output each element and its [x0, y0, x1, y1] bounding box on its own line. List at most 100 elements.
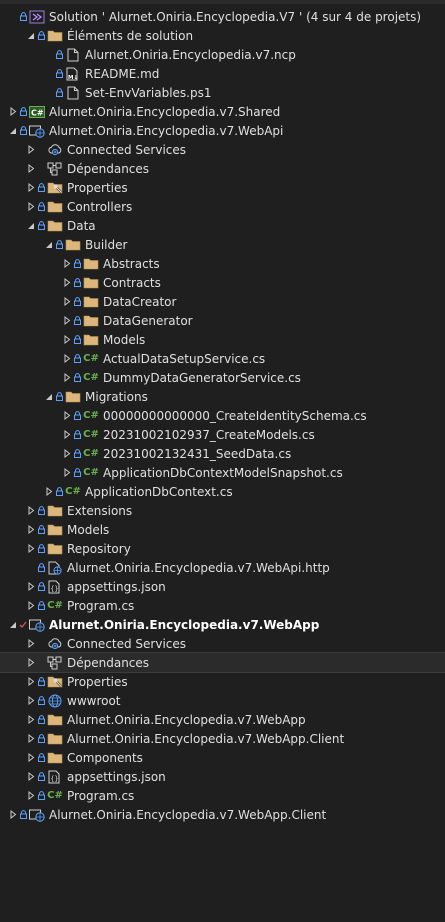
chevron-collapsed-icon[interactable] [26, 520, 36, 539]
chevron-collapsed-icon[interactable] [62, 463, 72, 482]
chevron-collapsed-icon[interactable] [26, 159, 36, 178]
chevron-collapsed-icon[interactable] [26, 178, 36, 197]
tree-item[interactable]: Extensions [0, 501, 445, 520]
lock-icon [19, 121, 27, 140]
chevron-collapsed-icon[interactable] [62, 292, 72, 311]
tree-item[interactable]: wwwroot [0, 691, 445, 710]
chevron-collapsed-icon[interactable] [62, 254, 72, 273]
tree-item[interactable]: Controllers [0, 197, 445, 216]
tree-item[interactable]: Data [0, 216, 445, 235]
chevron-collapsed-icon[interactable] [8, 102, 18, 121]
tree-item[interactable]: DataGenerator [0, 311, 445, 330]
tree-item[interactable]: Contracts [0, 273, 445, 292]
lock-icon [37, 786, 45, 805]
lock-icon [73, 254, 81, 273]
chevron-collapsed-icon[interactable] [26, 140, 36, 159]
chevron-collapsed-icon[interactable] [62, 425, 72, 444]
tree-item[interactable]: C# ActualDataSetupService.cs [0, 349, 445, 368]
chevron-collapsed-icon[interactable] [26, 672, 36, 691]
tree-item[interactable]: C# Alurnet.Oniria.Encyclopedia.v7.Shared [0, 102, 445, 121]
tree-item[interactable]: Properties [0, 672, 445, 691]
tree-item[interactable]: Alurnet.Oniria.Encyclopedia.v7.ncp [0, 45, 445, 64]
chevron-collapsed-icon[interactable] [62, 349, 72, 368]
tree-item-label: Solution ' Alurnet.Oniria.Encyclopedia.V… [49, 9, 422, 24]
tree-item[interactable]: C# ApplicationDbContextModelSnapshot.cs [0, 463, 445, 482]
tree-item[interactable]: Properties [0, 178, 445, 197]
tree-item[interactable]: Alurnet.Oniria.Encyclopedia.v7.WebApi [0, 121, 445, 140]
tree-item[interactable]: Alurnet.Oniria.Encyclopedia.v7.WebApp.Cl… [0, 729, 445, 748]
chevron-collapsed-icon[interactable] [26, 634, 36, 653]
chevron-collapsed-icon[interactable] [26, 729, 36, 748]
chevron-expanded-icon[interactable] [8, 121, 18, 140]
chevron-collapsed-icon[interactable] [26, 577, 36, 596]
chevron-collapsed-icon[interactable] [44, 482, 54, 501]
chevron-collapsed-icon[interactable] [26, 786, 36, 805]
chevron-collapsed-icon[interactable] [26, 710, 36, 729]
chevron-collapsed-icon[interactable] [62, 273, 72, 292]
tree-item-label: Extensions [67, 503, 133, 518]
tree-item[interactable]: Éléments de solution [0, 26, 445, 45]
tree-item[interactable]: Dépendances [0, 652, 445, 673]
chevron-expanded-icon[interactable] [26, 216, 36, 235]
chevron-expanded-icon[interactable] [44, 235, 54, 254]
chevron-collapsed-icon[interactable] [26, 653, 36, 672]
tree-item-label: Dépendances [67, 161, 150, 176]
tree-item[interactable]: C# ApplicationDbContext.cs [0, 482, 445, 501]
lock-icon [37, 672, 45, 691]
tree-item[interactable]: C# 20231002102937_CreateModels.cs [0, 425, 445, 444]
folder-icon [83, 292, 99, 311]
folder-icon [65, 235, 81, 254]
tree-item[interactable]: Abstracts [0, 254, 445, 273]
tree-item-label: Components [67, 750, 143, 765]
chevron-collapsed-icon[interactable] [62, 311, 72, 330]
tree-item[interactable]: {} appsettings.json [0, 767, 445, 786]
chevron-expanded-icon[interactable] [8, 615, 18, 634]
tree-item[interactable]: Alurnet.Oniria.Encyclopedia.v7.WebApp [0, 710, 445, 729]
chevron-collapsed-icon[interactable] [62, 330, 72, 349]
chevron-collapsed-icon[interactable] [26, 197, 36, 216]
chevron-collapsed-icon[interactable] [26, 767, 36, 786]
chevron-expanded-icon[interactable] [26, 26, 36, 45]
tree-item[interactable]: C# Program.cs [0, 786, 445, 805]
tree-item[interactable]: Components [0, 748, 445, 767]
chevron-collapsed-icon[interactable] [62, 406, 72, 425]
tree-item[interactable]: Solution ' Alurnet.Oniria.Encyclopedia.V… [0, 7, 445, 26]
tree-item[interactable]: C# 20231002132431_SeedData.cs [0, 444, 445, 463]
tree-item[interactable]: M↓ README.md [0, 64, 445, 83]
folder-icon [47, 748, 63, 767]
csharp-file-icon: C# [47, 600, 63, 611]
chevron-collapsed-icon[interactable] [26, 501, 36, 520]
tree-item[interactable]: Alurnet.Oniria.Encyclopedia.v7.WebApi.ht… [0, 558, 445, 577]
chevron-collapsed-icon[interactable] [62, 368, 72, 387]
tree-item[interactable]: Connected Services [0, 140, 445, 159]
tree-item[interactable]: Models [0, 330, 445, 349]
lock-icon [37, 710, 45, 729]
tree-item[interactable]: Alurnet.Oniria.Encyclopedia.v7.WebApp.Cl… [0, 805, 445, 824]
tree-item[interactable]: Models [0, 520, 445, 539]
tree-item[interactable]: C# 00000000000000_CreateIdentitySchema.cs [0, 406, 445, 425]
tree-item[interactable]: Connected Services [0, 634, 445, 653]
tree-item[interactable]: Dépendances [0, 159, 445, 178]
tree-item[interactable]: C# DummyDataGeneratorService.cs [0, 368, 445, 387]
lock-icon [73, 444, 81, 463]
tree-item[interactable]: Alurnet.Oniria.Encyclopedia.v7.WebApp [0, 615, 445, 634]
chevron-collapsed-icon[interactable] [8, 805, 18, 824]
chevron-collapsed-icon[interactable] [26, 691, 36, 710]
tree-item-label: Data [67, 218, 96, 233]
tree-item-label: Alurnet.Oniria.Encyclopedia.v7.WebApp [49, 617, 320, 632]
connected-services-icon [47, 634, 63, 653]
chevron-collapsed-icon[interactable] [26, 596, 36, 615]
tree-item[interactable]: C# Program.cs [0, 596, 445, 615]
tree-item[interactable]: Set-EnvVariables.ps1 [0, 83, 445, 102]
chevron-expanded-icon[interactable] [44, 387, 54, 406]
tree-item[interactable]: Migrations [0, 387, 445, 406]
tree-item[interactable]: {} appsettings.json [0, 577, 445, 596]
lock-icon [73, 425, 81, 444]
chevron-collapsed-icon[interactable] [26, 539, 36, 558]
tree-item[interactable]: Builder [0, 235, 445, 254]
lock-icon [73, 311, 81, 330]
chevron-collapsed-icon[interactable] [26, 748, 36, 767]
tree-item[interactable]: DataCreator [0, 292, 445, 311]
chevron-collapsed-icon[interactable] [62, 444, 72, 463]
tree-item[interactable]: Repository [0, 539, 445, 558]
